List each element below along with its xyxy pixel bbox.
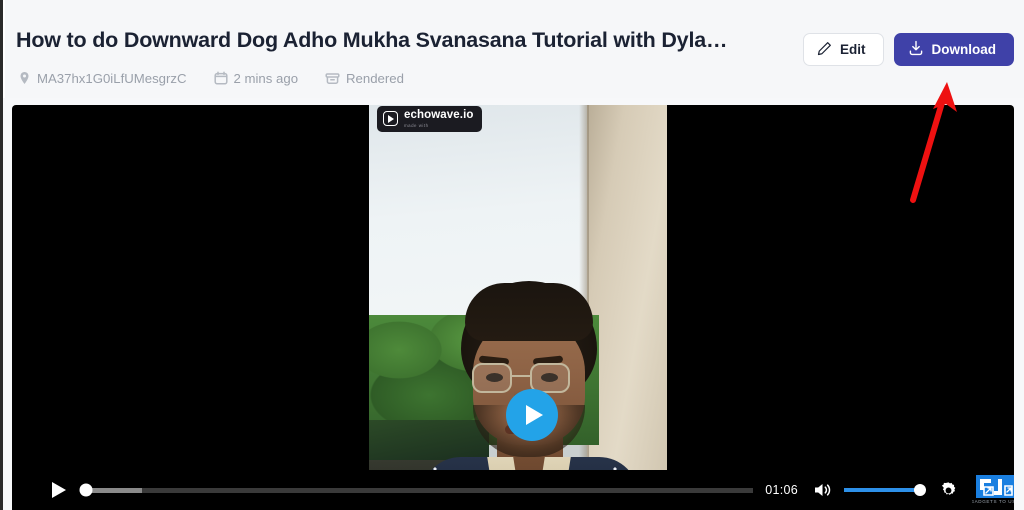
- page-title: How to do Downward Dog Adho Mukha Svanas…: [16, 28, 728, 52]
- metadata-row: MA37hx1G0iLfUMesgrzC 2 mins ago Rendered: [18, 68, 431, 88]
- echowave-watermark-texts: echowave.io made with: [404, 109, 474, 128]
- seek-handle[interactable]: [79, 483, 93, 497]
- meta-item-time: 2 mins ago: [213, 70, 299, 86]
- time-display: 01:06: [765, 483, 798, 497]
- volume-handle[interactable]: [914, 484, 926, 496]
- header-actions: Edit Download: [803, 33, 1014, 66]
- play-pause-button[interactable]: [42, 470, 76, 510]
- video-scene-pillar: [587, 105, 667, 510]
- svg-text:GADGETS TO USE: GADGETS TO USE: [972, 499, 1014, 504]
- video-controls-bar: 01:06 GADGETS TO U: [24, 470, 1014, 510]
- calendar-icon: [213, 71, 228, 85]
- echowave-play-logo-icon: [383, 111, 398, 127]
- edit-button-label: Edit: [840, 42, 866, 57]
- video-subject-glasses-bridge: [512, 375, 530, 377]
- archive-box-icon: [325, 71, 340, 85]
- video-subject-hair-front: [465, 283, 593, 341]
- page-header: How to do Downward Dog Adho Mukha Svanas…: [5, 0, 1024, 98]
- location-pin-icon: [18, 71, 31, 85]
- gadgetstouse-logo-icon: GADGETS TO USE: [970, 475, 1014, 505]
- download-button[interactable]: Download: [893, 33, 1014, 66]
- video-content-frame: echowave.io made with: [369, 105, 667, 510]
- play-overlay-button[interactable]: [506, 389, 558, 441]
- video-subject-glasses-left: [472, 363, 512, 393]
- app-root: How to do Downward Dog Adho Mukha Svanas…: [0, 0, 1024, 510]
- echowave-watermark: echowave.io made with: [377, 106, 482, 132]
- seek-bar[interactable]: [79, 483, 754, 497]
- meta-item-id: MA37hx1G0iLfUMesgrzC: [18, 71, 187, 86]
- echowave-brand-label: echowave.io: [404, 109, 474, 121]
- pencil-icon: [817, 41, 832, 59]
- volume-high-icon[interactable]: [812, 479, 834, 501]
- meta-item-status: Rendered: [325, 71, 404, 86]
- edit-button[interactable]: Edit: [803, 33, 884, 66]
- download-button-label: Download: [931, 42, 997, 57]
- download-icon: [908, 40, 924, 59]
- meta-id-label: MA37hx1G0iLfUMesgrzC: [37, 70, 187, 86]
- echowave-tagline-label: made with: [404, 122, 429, 128]
- gear-icon[interactable]: [936, 478, 960, 502]
- meta-status-label: Rendered: [346, 70, 404, 86]
- meta-time-label: 2 mins ago: [233, 70, 299, 86]
- video-player[interactable]: echowave.io made with 01:06 GADGETS TO U: [12, 105, 1014, 510]
- volume-slider[interactable]: [844, 484, 926, 496]
